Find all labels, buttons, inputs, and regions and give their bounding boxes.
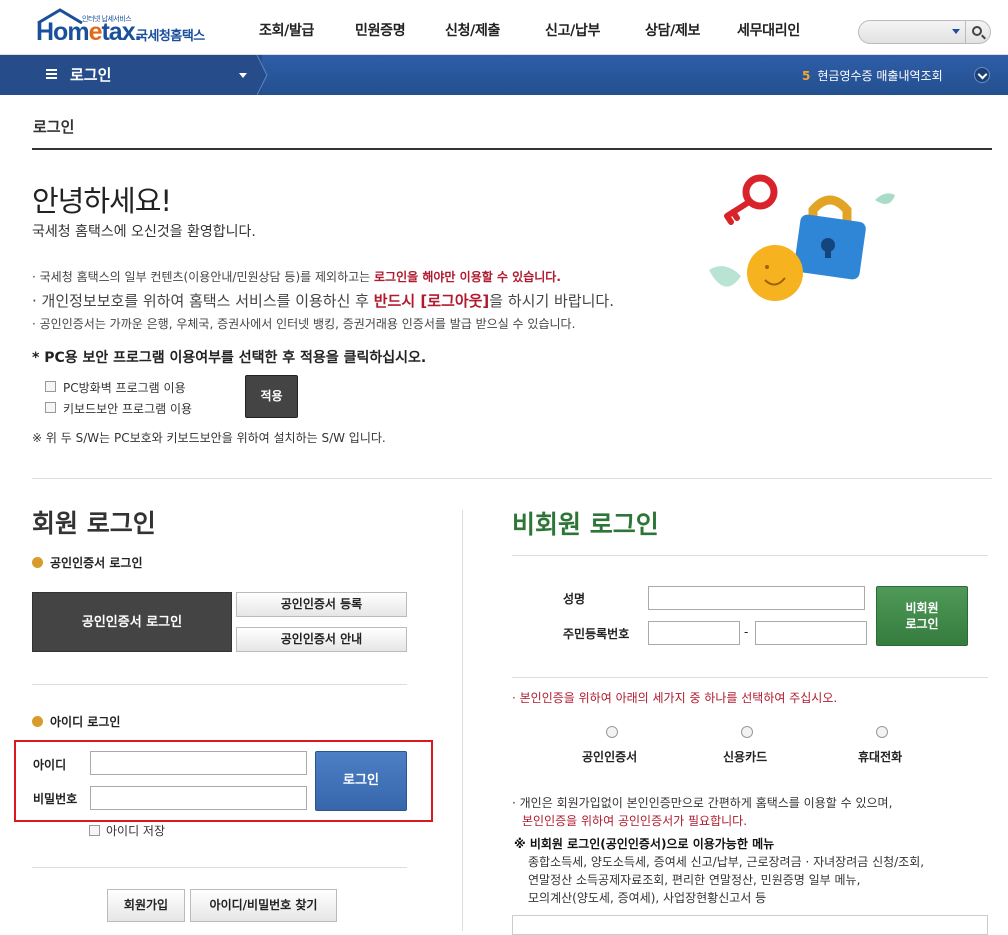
available-menu-line: 모의계산(양도세, 증여세), 사업장현황신고서 등 bbox=[528, 891, 767, 905]
welcome-text: 국세청 홈택스에 오신것을 환영합니다. bbox=[32, 224, 256, 240]
search-divider bbox=[965, 21, 966, 43]
radio-cert[interactable] bbox=[606, 726, 618, 738]
available-menu-line: 종합소득세, 양도소득세, 증여세 신고/납부, 근로장려금 · 자녀장려금 신… bbox=[528, 855, 925, 869]
cert-login-heading: 공인인증서 로그인 bbox=[32, 554, 143, 571]
available-menu-title: ※ 비회원 로그인(공인인증서)으로 이용가능한 메뉴 bbox=[514, 837, 775, 851]
firewall-checkbox[interactable] bbox=[45, 381, 56, 392]
nonmember-note-box bbox=[512, 915, 988, 935]
login-separator bbox=[32, 684, 407, 685]
notice-ticker[interactable]: 5 현금영수증 매출내역조회 bbox=[802, 67, 943, 84]
key-icon bbox=[724, 174, 778, 225]
password-input[interactable] bbox=[90, 786, 307, 810]
location-bar: 로그인 5 현금영수증 매출내역조회 bbox=[0, 55, 1008, 95]
nonmember-divider bbox=[512, 555, 988, 556]
checkbox-icon bbox=[89, 825, 100, 836]
section-divider bbox=[32, 478, 992, 479]
cert-register-button[interactable]: 공인인증서 등록 bbox=[236, 592, 407, 617]
hamburger-icon bbox=[46, 69, 57, 79]
radio-cert-label: 공인인증서 bbox=[582, 750, 638, 764]
pc-security-title: * PC용 보안 프로그램 이용여부를 선택한 후 적용을 클릭하십시오. bbox=[32, 350, 427, 366]
cert-guide-button[interactable]: 공인인증서 안내 bbox=[236, 627, 407, 652]
rrn-front-input[interactable] bbox=[648, 621, 740, 645]
title-divider bbox=[32, 148, 992, 150]
notice-text: 현금영수증 매출내역조회 bbox=[817, 69, 943, 83]
breadcrumb-arrow-icon bbox=[256, 55, 268, 95]
current-menu-title: 로그인 bbox=[70, 66, 112, 84]
column-divider bbox=[462, 510, 463, 931]
id-login-heading: 아이디 로그인 bbox=[32, 713, 120, 730]
menu-item-apply[interactable]: 신청/제출 bbox=[428, 0, 528, 55]
security-illustration bbox=[709, 174, 895, 301]
join-button[interactable]: 회원가입 bbox=[107, 889, 185, 922]
rrn-back-input[interactable] bbox=[755, 621, 867, 645]
notice-number: 5 bbox=[802, 69, 811, 83]
notice-logout: · 개인정보보호를 위하여 홈택스 서비스를 이용하신 후 반드시 [로그아웃]… bbox=[32, 292, 615, 310]
menu-item-consult[interactable]: 상담/제보 bbox=[628, 0, 720, 55]
padlock-icon bbox=[794, 195, 866, 280]
nonmember-info: · 개인은 회원가입없이 본인인증만으로 간편하게 홈택스를 이용할 수 있으며… bbox=[512, 796, 893, 810]
nonmember-info-cert: 본인인증을 위하여 공인인증서가 필요합니다. bbox=[522, 814, 748, 828]
firewall-label: PC방화벽 프로그램 이용 bbox=[63, 381, 186, 395]
member-login-title: 회원 로그인 bbox=[32, 509, 156, 538]
save-id-checkbox[interactable]: 아이디 저장 bbox=[89, 822, 165, 839]
greeting-heading: 안녕하세요! bbox=[32, 184, 172, 218]
name-input[interactable] bbox=[648, 586, 865, 610]
logo-brand: Hometax. bbox=[36, 18, 142, 46]
login-button[interactable]: 로그인 bbox=[315, 751, 407, 811]
name-label: 성명 bbox=[563, 592, 586, 606]
current-menu-dropdown[interactable]: 로그인 bbox=[0, 55, 268, 95]
keyboard-security-checkbox[interactable] bbox=[45, 402, 56, 413]
radio-credit-card-label: 신용카드 bbox=[723, 750, 768, 764]
menu-item-lookup[interactable]: 조회/발급 bbox=[242, 0, 338, 55]
chevron-down-icon bbox=[239, 73, 247, 78]
rrn-label: 주민등록번호 bbox=[563, 627, 630, 641]
nonmember-login-title: 비회원 로그인 bbox=[512, 510, 659, 539]
find-account-button[interactable]: 아이디/비밀번호 찾기 bbox=[190, 889, 337, 922]
radio-credit-card[interactable] bbox=[741, 726, 753, 738]
leaf-icon bbox=[875, 193, 895, 204]
top-bar: 인터넷 납세서비스 Hometax. 국세청홈택스 조회/발급 민원증명 신청/… bbox=[0, 0, 1008, 55]
main-menu: 조회/발급 민원증명 신청/제출 신고/납부 상담/제보 세무대리인 bbox=[242, 0, 820, 55]
keyboard-security-label: 키보드보안 프로그램 이용 bbox=[63, 402, 193, 416]
password-label: 비밀번호 bbox=[33, 792, 78, 806]
menu-item-tax-agent[interactable]: 세무대리인 bbox=[720, 0, 820, 55]
notice-certificate: · 공인인증서는 가까운 은행, 우체국, 증권사에서 인터넷 뱅킹, 증권거래… bbox=[32, 317, 576, 331]
hometax-logo[interactable]: 인터넷 납세서비스 Hometax. 국세청홈택스 bbox=[32, 8, 222, 48]
leaf-icon bbox=[709, 266, 741, 287]
notice-login-required: · 국세청 홈택스의 일부 컨텐츠(이용안내/민원상담 등)를 제외하고는 로그… bbox=[32, 270, 561, 284]
chevron-down-icon[interactable] bbox=[974, 67, 990, 83]
nonmember-divider bbox=[512, 677, 988, 678]
chevron-down-icon[interactable] bbox=[952, 29, 960, 34]
smiley-face-icon bbox=[747, 245, 803, 301]
radio-mobile-label: 휴대전화 bbox=[858, 750, 903, 764]
menu-item-certificates[interactable]: 민원증명 bbox=[338, 0, 428, 55]
menu-item-report-pay[interactable]: 신고/납부 bbox=[528, 0, 628, 55]
radio-mobile[interactable] bbox=[876, 726, 888, 738]
available-menu-line: 연말정산 소득공제자료조회, 편리한 연말정산, 민원증명 일부 메뉴, bbox=[528, 873, 861, 887]
search-icon[interactable] bbox=[972, 26, 982, 36]
nonmember-login-button[interactable]: 비회원 로그인 bbox=[876, 586, 968, 646]
auth-select-notice: · 본인인증을 위하여 아래의 세가지 중 하나를 선택하여 주십시오. bbox=[512, 691, 838, 705]
bullet-icon bbox=[32, 716, 43, 727]
apply-button[interactable]: 적용 bbox=[245, 375, 298, 418]
rrn-dash: - bbox=[744, 625, 749, 639]
page-title: 로그인 bbox=[33, 118, 75, 136]
pc-security-note: ※ 위 두 S/W는 PC보호와 키보드보안을 위하여 설치하는 S/W 입니다… bbox=[32, 431, 386, 445]
bullet-icon bbox=[32, 557, 43, 568]
id-label: 아이디 bbox=[33, 758, 67, 772]
logo-korean-name: 국세청홈택스 bbox=[136, 29, 205, 44]
save-id-label: 아이디 저장 bbox=[106, 824, 166, 838]
id-input[interactable] bbox=[90, 751, 307, 775]
login-separator bbox=[32, 867, 407, 868]
search-box[interactable] bbox=[858, 20, 991, 44]
cert-login-button[interactable]: 공인인증서 로그인 bbox=[32, 592, 232, 652]
